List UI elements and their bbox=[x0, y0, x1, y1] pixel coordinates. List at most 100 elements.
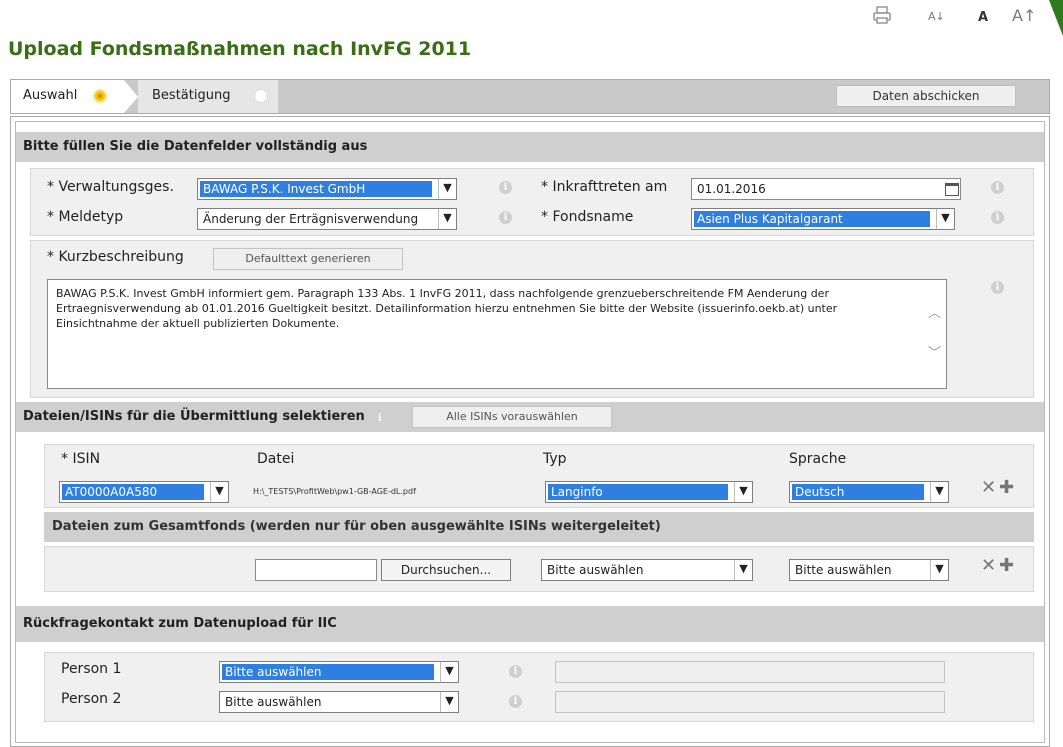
tab-bestaetigung[interactable]: Bestätigung bbox=[138, 80, 278, 113]
sprache-column-header: Sprache bbox=[789, 451, 847, 467]
step-active-indicator-icon bbox=[93, 89, 107, 103]
font-larger-icon[interactable]: A↑ bbox=[1012, 6, 1036, 25]
person1-label: Person 1 bbox=[61, 661, 122, 677]
chevron-down-icon: ▼ bbox=[930, 560, 948, 580]
meldetyp-label: * Meldetyp bbox=[47, 209, 123, 225]
verwaltungsges-label: * Verwaltungsges. bbox=[47, 179, 174, 195]
info-icon[interactable]: i bbox=[509, 695, 522, 708]
step-inactive-indicator-icon bbox=[254, 89, 268, 103]
info-icon[interactable]: i bbox=[499, 181, 512, 194]
meldetyp-value: Änderung der Erträgnisverwendung bbox=[203, 212, 419, 226]
meldetyp-select[interactable]: Änderung der Erträgnisverwendung ▼ bbox=[197, 208, 457, 230]
form-frame: Bitte füllen Sie die Datenfelder vollstä… bbox=[10, 116, 1050, 747]
typ-value: Langinfo bbox=[548, 484, 728, 500]
scroll-down-icon[interactable]: ﹀ bbox=[928, 346, 941, 361]
required-mark: * bbox=[47, 179, 54, 195]
person2-select[interactable]: Bitte auswählen ▼ bbox=[219, 691, 459, 713]
gesamt-sprache-value: Bitte auswählen bbox=[795, 563, 892, 577]
add-row-icon[interactable]: ✚ bbox=[999, 555, 1014, 576]
info-icon[interactable]: i bbox=[499, 211, 512, 224]
gesamtfonds-row-panel: Durchsuchen... Bitte auswählen ▼ Bitte a… bbox=[44, 546, 1034, 592]
person2-value: Bitte auswählen bbox=[225, 695, 322, 709]
font-normal-icon[interactable]: A bbox=[978, 10, 988, 25]
person2-details-field bbox=[555, 691, 945, 713]
browse-button[interactable]: Durchsuchen... bbox=[381, 559, 511, 581]
required-mark: * bbox=[541, 209, 548, 225]
person1-select[interactable]: Bitte auswählen ▼ bbox=[219, 661, 459, 683]
main-fields-panel: * Verwaltungsges. BAWAG P.S.K. Invest Gm… bbox=[30, 168, 1034, 236]
remove-row-icon[interactable]: ✕ bbox=[981, 477, 996, 498]
inkrafttreten-label: * Inkrafttreten am bbox=[541, 179, 667, 195]
file-upload-input[interactable] bbox=[255, 559, 377, 581]
required-mark: * bbox=[541, 179, 548, 195]
fondsname-select[interactable]: Asien Plus Kapitalgarant ▼ bbox=[691, 208, 955, 230]
font-smaller-icon[interactable]: A↓ bbox=[928, 10, 945, 23]
kurzbeschreibung-textarea[interactable]: BAWAG P.S.K. Invest GmbH informiert gem.… bbox=[47, 279, 947, 389]
chevron-down-icon: ▼ bbox=[438, 179, 456, 199]
chevron-down-icon: ▼ bbox=[440, 692, 458, 712]
gesamt-sprache-select[interactable]: Bitte auswählen ▼ bbox=[789, 559, 949, 581]
chevron-down-icon: ▼ bbox=[438, 209, 456, 229]
sprache-select[interactable]: Deutsch ▼ bbox=[789, 481, 949, 503]
step-tabbar: Auswahl Bestätigung Daten abschicken bbox=[10, 79, 1050, 114]
tab-bestaetigung-label: Bestätigung bbox=[152, 88, 231, 103]
chevron-down-icon: ▼ bbox=[930, 482, 948, 502]
isin-value: AT0000A0A580 bbox=[62, 484, 204, 500]
fondsname-label-text: Fondsname bbox=[552, 209, 634, 225]
info-icon[interactable]: i bbox=[509, 665, 522, 678]
page-title: Upload Fondsmaßnahmen nach InvFG 2011 bbox=[8, 38, 472, 60]
required-mark: * bbox=[47, 249, 54, 265]
section-heading-contact: Rückfragekontakt zum Datenupload für IIC bbox=[16, 606, 1044, 642]
files-section-title: Dateien/ISINs für die Übermittlung selek… bbox=[23, 409, 365, 424]
remove-row-icon[interactable]: ✕ bbox=[981, 555, 996, 576]
sprache-value: Deutsch bbox=[792, 484, 924, 500]
gesamt-typ-select[interactable]: Bitte auswählen ▼ bbox=[541, 559, 753, 581]
info-icon[interactable]: i bbox=[373, 412, 387, 425]
printer-icon[interactable] bbox=[873, 6, 891, 28]
section-heading-main: Bitte füllen Sie die Datenfelder vollstä… bbox=[16, 132, 1044, 162]
meldetyp-label-text: Meldetyp bbox=[58, 209, 124, 225]
contact-panel: Person 1 Bitte auswählen ▼ i Person 2 Bi… bbox=[44, 652, 1034, 722]
person2-label: Person 2 bbox=[61, 691, 122, 707]
corner-decoration bbox=[1049, 0, 1063, 36]
isin-select[interactable]: AT0000A0A580 ▼ bbox=[59, 481, 229, 503]
scroll-up-icon[interactable]: ︿ bbox=[928, 306, 941, 321]
send-data-button[interactable]: Daten abschicken bbox=[836, 85, 1016, 107]
person1-details-field bbox=[555, 661, 945, 683]
gesamtfonds-heading: Dateien zum Gesamtfonds (werden nur für … bbox=[44, 512, 1034, 542]
info-icon[interactable]: i bbox=[991, 211, 1004, 224]
chevron-down-icon: ▼ bbox=[734, 482, 752, 502]
person1-value: Bitte auswählen bbox=[222, 664, 434, 680]
fondsname-label: * Fondsname bbox=[541, 209, 633, 225]
info-icon[interactable]: i bbox=[991, 281, 1004, 294]
chevron-down-icon: ▼ bbox=[936, 209, 954, 229]
file-row-panel: * ISIN Datei Typ Sprache AT0000A0A580 ▼ … bbox=[44, 444, 1034, 508]
file-path: H:\_TESTS\ProfitWeb\pw1-GB-AGE-dL.pdf bbox=[253, 487, 416, 496]
isin-header-text: ISIN bbox=[72, 451, 101, 467]
kurzbeschreibung-panel: * Kurzbeschreibung Defaulttext generiere… bbox=[30, 240, 1034, 398]
inkrafttreten-label-text: Inkrafttreten am bbox=[552, 179, 668, 195]
preselect-all-isins-button[interactable]: Alle ISINs vorauswählen bbox=[412, 406, 612, 428]
required-mark: * bbox=[61, 451, 68, 467]
gesamt-typ-value: Bitte auswählen bbox=[547, 563, 644, 577]
datei-column-header: Datei bbox=[257, 451, 295, 467]
info-icon[interactable]: i bbox=[991, 181, 1004, 194]
tab-auswahl-label: Auswahl bbox=[23, 88, 78, 103]
calendar-icon[interactable] bbox=[945, 183, 959, 196]
generate-default-text-button[interactable]: Defaulttext generieren bbox=[213, 248, 403, 270]
isin-column-header: * ISIN bbox=[61, 451, 100, 467]
inkrafttreten-input[interactable]: 01.01.2016 bbox=[691, 178, 961, 200]
typ-column-header: Typ bbox=[543, 451, 567, 467]
top-toolbar: A↓ A A↑ bbox=[0, 0, 1063, 36]
form-inner: Bitte füllen Sie die Datenfelder vollstä… bbox=[15, 121, 1045, 743]
kurzbeschreibung-text: BAWAG P.S.K. Invest GmbH informiert gem.… bbox=[56, 287, 838, 330]
verwaltungsges-label-text: Verwaltungsges. bbox=[58, 179, 174, 195]
tab-auswahl[interactable]: Auswahl bbox=[11, 80, 124, 113]
add-row-icon[interactable]: ✚ bbox=[999, 477, 1014, 498]
chevron-down-icon: ▼ bbox=[210, 482, 228, 502]
chevron-down-icon: ▼ bbox=[440, 662, 458, 682]
chevron-down-icon: ▼ bbox=[734, 560, 752, 580]
verwaltungsges-select[interactable]: BAWAG P.S.K. Invest GmbH ▼ bbox=[197, 178, 457, 200]
fondsname-value: Asien Plus Kapitalgarant bbox=[694, 211, 930, 227]
typ-select[interactable]: Langinfo ▼ bbox=[545, 481, 753, 503]
